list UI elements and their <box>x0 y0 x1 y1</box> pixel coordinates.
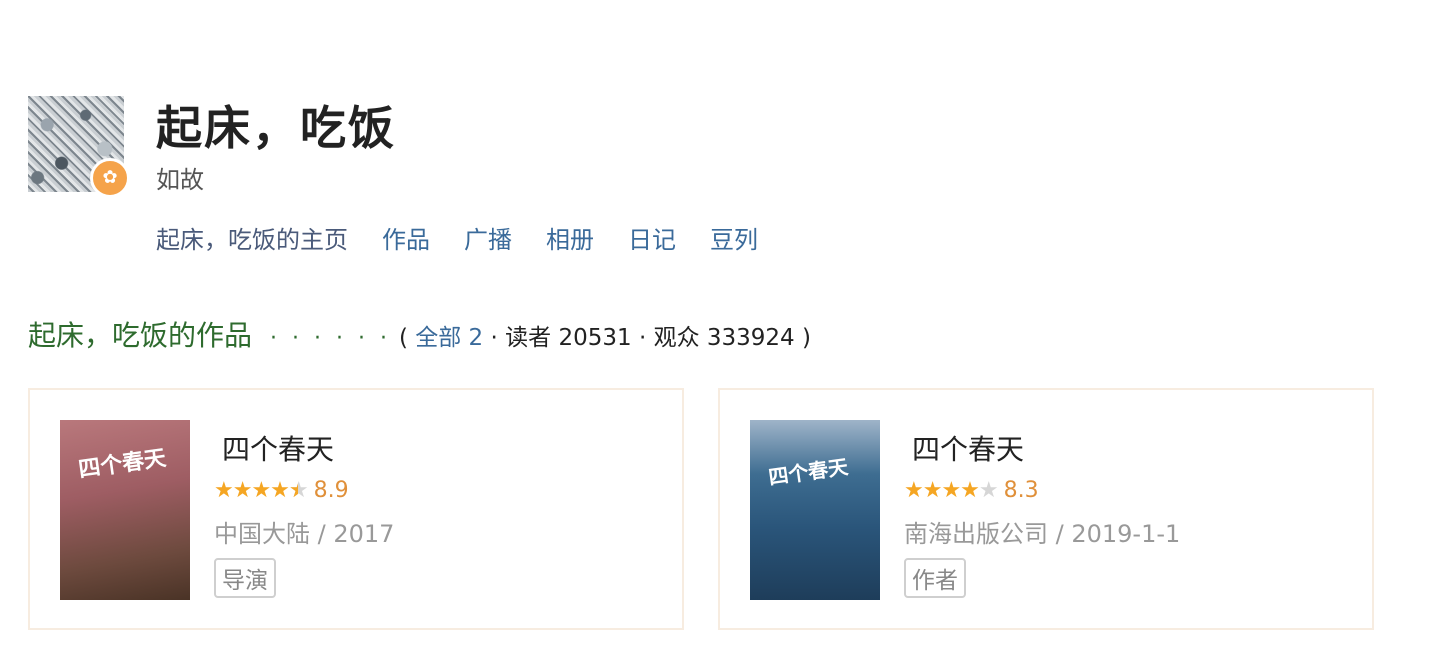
meta-open-paren: ( <box>398 325 408 351</box>
page-title: 起床，吃饭 <box>156 101 396 155</box>
work-rating: ★★★★★ 8.3 <box>904 478 1039 503</box>
rating-score: 8.3 <box>1003 478 1039 503</box>
nav-item-broadcast[interactable]: 广播 <box>464 220 512 255</box>
flower-icon: ✿ <box>90 158 130 198</box>
work-title[interactable]: 四个春天 <box>222 428 334 468</box>
star-rating-icon: ★★★★★ <box>904 477 999 503</box>
nav-item-home[interactable]: 起床，吃饭的主页 <box>156 220 348 255</box>
work-cover[interactable]: 四个春天 <box>60 420 190 600</box>
avatar[interactable]: ✿ <box>28 96 130 198</box>
profile-nav: 起床，吃饭的主页 作品 广播 相册 日记 豆列 <box>156 220 758 255</box>
nav-item-works[interactable]: 作品 <box>382 220 430 255</box>
cover-text: 四个春天 <box>766 454 850 490</box>
role-tag: 作者 <box>904 558 966 598</box>
cover-text: 四个春天 <box>77 445 168 483</box>
work-card: 四个春天 四个春天 ★★★★★★ 8.9 中国大陆 / 2017 导演 <box>28 388 684 630</box>
section-meta: ( 全部 2 · 读者 20531 · 观众 333924 ) <box>399 318 811 352</box>
work-cover[interactable]: 四个春天 <box>750 420 880 600</box>
work-info: 中国大陆 / 2017 <box>214 520 395 548</box>
readers-count: 读者 20531 <box>505 325 632 351</box>
role-tag: 导演 <box>214 558 276 598</box>
meta-separator: · <box>638 325 647 351</box>
nav-item-diary[interactable]: 日记 <box>628 220 676 255</box>
profile-subtitle: 如故 <box>156 166 204 194</box>
works-section-header: 起床，吃饭的作品 · · · · · · ( 全部 2 · 读者 20531 ·… <box>28 314 811 354</box>
work-info: 南海出版公司 / 2019-1-1 <box>904 520 1181 548</box>
work-rating: ★★★★★★ 8.9 <box>214 478 349 503</box>
meta-separator: · <box>490 325 498 351</box>
section-dots: · · · · · · <box>270 326 391 351</box>
nav-item-album[interactable]: 相册 <box>546 220 594 255</box>
rating-score: 8.9 <box>313 478 349 503</box>
star-rating-icon: ★★★★★★ <box>214 477 309 503</box>
meta-close-paren: ) <box>802 325 811 351</box>
work-card: 四个春天 四个春天 ★★★★★ 8.3 南海出版公司 / 2019-1-1 作者 <box>718 388 1374 630</box>
nav-item-doulist[interactable]: 豆列 <box>710 220 758 255</box>
work-title[interactable]: 四个春天 <box>912 428 1024 468</box>
audience-count: 观众 333924 <box>653 325 795 351</box>
all-works-link[interactable]: 全部 2 <box>415 325 483 351</box>
section-title: 起床，吃饭的作品 <box>28 319 253 352</box>
